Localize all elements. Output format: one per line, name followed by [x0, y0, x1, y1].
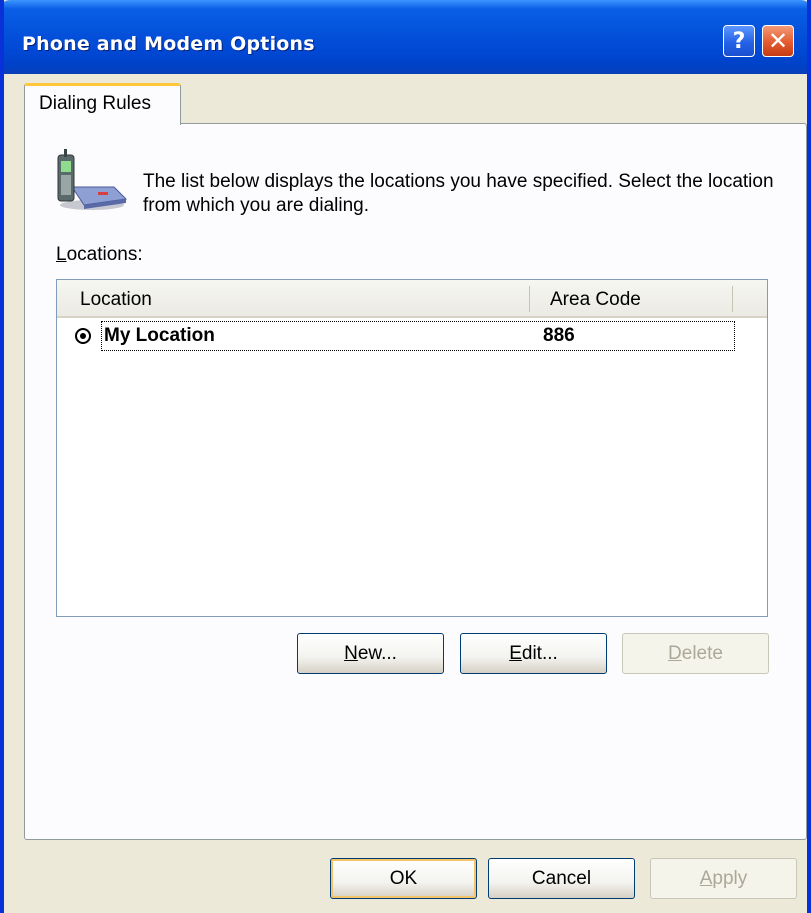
column-divider[interactable]: [529, 286, 530, 312]
new-mnemonic: N: [344, 642, 358, 664]
help-button[interactable]: ?: [723, 25, 755, 57]
title-bar[interactable]: Phone and Modem Options ? ✕: [4, 0, 807, 74]
ok-label: OK: [389, 867, 418, 889]
delete-rest: elete: [681, 642, 723, 664]
delete-button[interactable]: Delete: [622, 633, 769, 674]
column-divider[interactable]: [732, 286, 733, 312]
close-button[interactable]: ✕: [762, 25, 794, 57]
edit-rest: dit...: [521, 642, 558, 664]
cancel-button[interactable]: Cancel: [488, 858, 635, 899]
tab-label: Dialing Rules: [39, 93, 151, 114]
delete-mnemonic: D: [668, 642, 682, 664]
new-button[interactable]: New...: [297, 633, 444, 674]
ok-button[interactable]: OK: [330, 858, 477, 899]
new-rest: ew...: [357, 642, 397, 664]
help-icon: ?: [732, 28, 746, 54]
locations-list[interactable]: Location Area Code My Location 886: [56, 279, 768, 617]
apply-mnemonic: A: [699, 867, 713, 889]
description-text: The list below displays the locations yo…: [143, 171, 774, 216]
column-header-area-code[interactable]: Area Code: [550, 289, 641, 311]
phone-modem-icon: [57, 149, 128, 210]
location-name: My Location: [104, 325, 215, 346]
locations-label-rest: ocations:: [66, 244, 143, 265]
apply-button[interactable]: Apply: [650, 858, 797, 899]
apply-rest: pply: [712, 867, 748, 889]
list-header: Location Area Code: [57, 280, 767, 318]
edit-mnemonic: E: [509, 642, 522, 664]
cancel-label: Cancel: [531, 867, 592, 889]
column-header-location[interactable]: Location: [80, 289, 152, 311]
tab-dialing-rules[interactable]: Dialing Rules: [24, 83, 181, 125]
edit-button[interactable]: Edit...: [460, 633, 607, 674]
locations-label-mnemonic: L: [56, 244, 67, 265]
selected-radio-icon[interactable]: [75, 328, 91, 344]
window-title: Phone and Modem Options: [22, 33, 315, 55]
location-area-code: 886: [543, 325, 575, 346]
close-icon: ✕: [767, 27, 789, 55]
locations-label: Locations:: [56, 244, 143, 266]
